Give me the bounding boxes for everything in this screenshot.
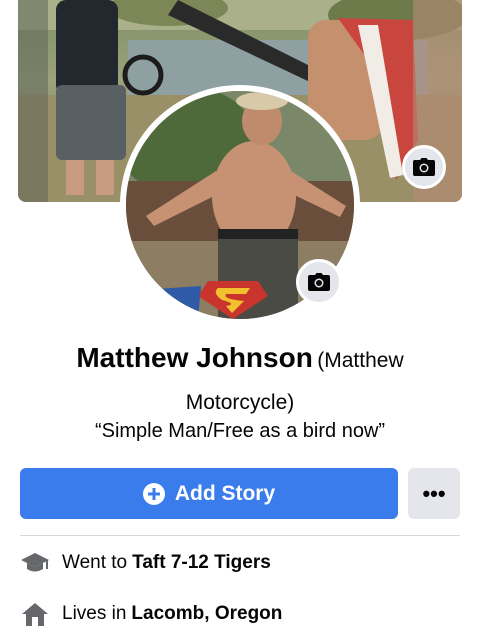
- add-story-label: Add Story: [174, 481, 276, 505]
- education-prefix: Went to: [62, 552, 128, 573]
- home-icon: [20, 600, 50, 628]
- intro-residence-row[interactable]: Lives in Lacomb, Oregon: [20, 599, 460, 629]
- add-story-button[interactable]: Add Story: [20, 468, 398, 519]
- edit-cover-photo-button[interactable]: [402, 145, 446, 189]
- residence-location[interactable]: Lacomb, Oregon: [131, 603, 282, 625]
- divider: [20, 535, 460, 536]
- more-icon: •••: [422, 480, 446, 506]
- intro-education-row[interactable]: Went to Taft 7-12 Tigers: [20, 548, 460, 578]
- residence-prefix: Lives in: [62, 603, 127, 624]
- plus-circle-icon: [142, 482, 165, 505]
- profile-bio: “Simple Man/Free as a bird now”: [94, 420, 386, 442]
- camera-icon: [413, 158, 435, 176]
- education-school[interactable]: Taft 7-12 Tigers: [132, 552, 271, 574]
- profile-name: Matthew Johnson: [76, 342, 313, 373]
- more-options-button[interactable]: •••: [408, 468, 460, 519]
- edit-profile-picture-button[interactable]: [296, 259, 342, 305]
- graduation-cap-icon: [20, 549, 50, 577]
- profile-name-block: Matthew Johnson (Matthew Motorcycle): [30, 338, 450, 425]
- camera-icon: [308, 273, 330, 291]
